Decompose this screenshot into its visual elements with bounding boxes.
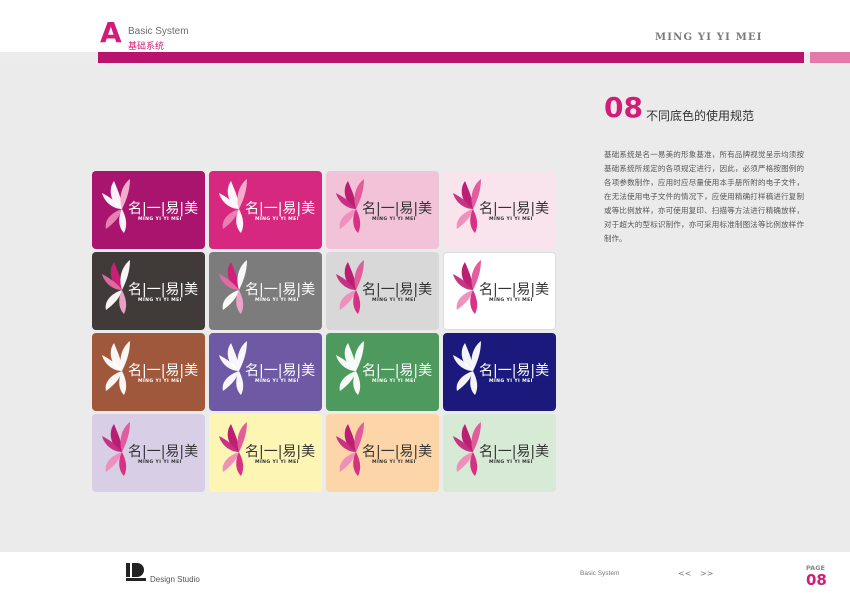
prev-page-button[interactable]: <<: [678, 569, 691, 578]
logo-english-name: MING YI YI MEI: [255, 217, 299, 222]
logo-english-name: MING YI YI MEI: [489, 298, 533, 303]
logo-card: 名|一|易|美 MING YI YI MEI: [443, 171, 556, 249]
logo-card: 名|一|易|美 MING YI YI MEI: [443, 414, 556, 492]
logo-chinese-name: 名|一|易|美: [245, 282, 316, 298]
logo-english-name: MING YI YI MEI: [489, 217, 533, 222]
logo-card: 名|一|易|美 MING YI YI MEI: [326, 414, 439, 492]
header-bar-accent: [810, 52, 850, 63]
logo-chinese-name: 名|一|易|美: [479, 363, 550, 379]
logo-chinese-name: 名|一|易|美: [479, 444, 550, 460]
logo-color-grid: 名|一|易|美 MING YI YI MEI 名|一|易|美 MING YI YI M…: [92, 171, 556, 492]
logo-english-name: MING YI YI MEI: [255, 298, 299, 303]
logo-card: 名|一|易|美 MING YI YI MEI: [92, 414, 205, 492]
logo-english-name: MING YI YI MEI: [489, 460, 533, 465]
logo-english-name: MING YI YI MEI: [489, 379, 533, 384]
logo-english-name: MING YI YI MEI: [372, 460, 416, 465]
logo-chinese-name: 名|一|易|美: [128, 363, 199, 379]
logo-english-name: MING YI YI MEI: [372, 298, 416, 303]
next-page-button[interactable]: >>: [700, 569, 713, 578]
logo-chinese-name: 名|一|易|美: [479, 201, 550, 217]
logo-chinese-name: 名|一|易|美: [362, 363, 433, 379]
logo-card: 名|一|易|美 MING YI YI MEI: [209, 333, 322, 411]
logo-chinese-name: 名|一|易|美: [479, 282, 550, 298]
logo-card: 名|一|易|美 MING YI YI MEI: [209, 414, 322, 492]
logo-chinese-name: 名|一|易|美: [128, 444, 199, 460]
logo-english-name: MING YI YI MEI: [138, 460, 182, 465]
section-name-en: Basic System: [128, 26, 189, 37]
logo-english-name: MING YI YI MEI: [372, 379, 416, 384]
logo-card: 名|一|易|美 MING YI YI MEI: [443, 252, 556, 330]
page-number: 08: [806, 571, 827, 589]
logo-english-name: MING YI YI MEI: [255, 460, 299, 465]
logo-chinese-name: 名|一|易|美: [362, 444, 433, 460]
logo-chinese-name: 名|一|易|美: [245, 363, 316, 379]
brand-name: MING YI YI MEI: [655, 32, 763, 43]
logo-card: 名|一|易|美 MING YI YI MEI: [209, 171, 322, 249]
logo-card: 名|一|易|美 MING YI YI MEI: [326, 333, 439, 411]
logo-card: 名|一|易|美 MING YI YI MEI: [92, 252, 205, 330]
section-title: 不同底色的使用规范: [646, 109, 755, 123]
section-letter: A: [100, 16, 122, 49]
logo-chinese-name: 名|一|易|美: [245, 201, 316, 217]
logo-card: 名|一|易|美 MING YI YI MEI: [92, 171, 205, 249]
logo-chinese-name: 名|一|易|美: [128, 201, 199, 217]
logo-english-name: MING YI YI MEI: [255, 379, 299, 384]
footer-section-name: Basic System: [580, 570, 620, 577]
section-name-zh: 基础系统: [128, 42, 165, 52]
logo-chinese-name: 名|一|易|美: [245, 444, 316, 460]
logo-card: 名|一|易|美 MING YI YI MEI: [326, 171, 439, 249]
logo-chinese-name: 名|一|易|美: [128, 282, 199, 298]
section-body: 基础系统是名一易美的形象基准，所有品牌视觉呈示均须按基础系统所规定的各项规定进行…: [604, 150, 804, 243]
section-number: 08: [604, 91, 643, 124]
logo-english-name: MING YI YI MEI: [138, 379, 182, 384]
logo-chinese-name: 名|一|易|美: [362, 282, 433, 298]
logo-card: 名|一|易|美 MING YI YI MEI: [326, 252, 439, 330]
design-studio-logo-icon: [126, 563, 146, 581]
header-bar: [98, 52, 804, 63]
logo-card: 名|一|易|美 MING YI YI MEI: [209, 252, 322, 330]
logo-english-name: MING YI YI MEI: [138, 217, 182, 222]
logo-english-name: MING YI YI MEI: [138, 298, 182, 303]
logo-english-name: MING YI YI MEI: [372, 217, 416, 222]
logo-card: 名|一|易|美 MING YI YI MEI: [92, 333, 205, 411]
studio-name: Design Studio: [150, 575, 200, 584]
logo-chinese-name: 名|一|易|美: [362, 201, 433, 217]
logo-card: 名|一|易|美 MING YI YI MEI: [443, 333, 556, 411]
